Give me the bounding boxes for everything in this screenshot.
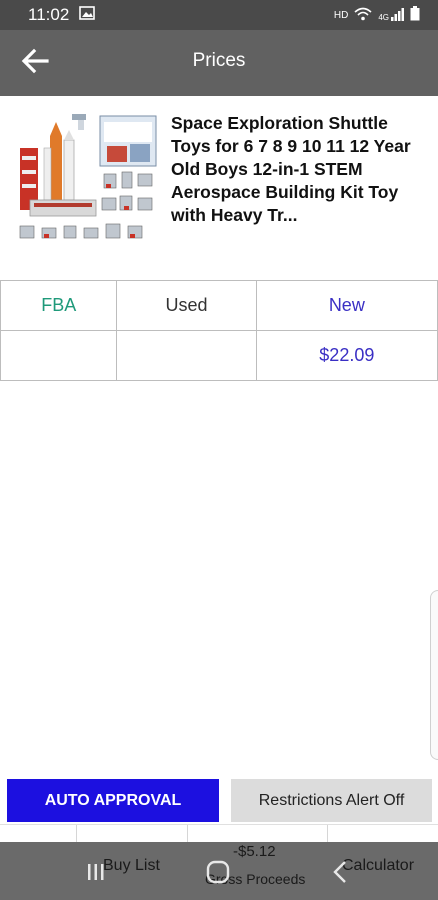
prices-table: FBA Used New $22.09 (0, 280, 438, 381)
new-price-cell[interactable]: $22.09 (255, 330, 438, 381)
product-summary: Space Exploration Shuttle Toys for 6 7 8… (0, 100, 438, 270)
table-header-row: FBA Used New (0, 280, 438, 331)
recent-apps-icon[interactable] (86, 862, 106, 887)
auto-approval-button[interactable]: AUTO APPROVAL (7, 779, 219, 822)
status-bar: 11:02 HD 4G (0, 0, 438, 30)
network-type: HD (333, 9, 349, 21)
gross-proceeds-value: -$5.12 (233, 843, 276, 860)
restrictions-alert-button[interactable]: Restrictions Alert Off (231, 779, 432, 822)
summary-strip (0, 824, 438, 843)
page-title: Prices (192, 50, 246, 71)
signal-type: 4G (378, 13, 389, 22)
divider (327, 825, 328, 843)
status-icons: HD 4G (334, 6, 420, 24)
system-back-icon[interactable] (332, 860, 348, 889)
edge-panel-handle[interactable] (430, 590, 438, 760)
wifi-icon (354, 7, 372, 24)
product-title[interactable]: Space Exploration Shuttle Toys for 6 7 8… (171, 112, 421, 227)
signal-icon: 4G (378, 8, 404, 22)
status-time: 11:02 (28, 5, 70, 24)
buy-list-button[interactable]: Buy List (103, 857, 160, 875)
battery-icon (410, 6, 420, 24)
divider (76, 825, 77, 843)
home-icon[interactable] (205, 859, 231, 890)
gallery-icon (79, 5, 96, 25)
app-bar: Prices (0, 30, 438, 96)
divider (187, 825, 188, 843)
column-header-new[interactable]: New (255, 280, 438, 331)
calculator-button[interactable]: Calculator (342, 857, 414, 875)
column-header-fba[interactable]: FBA (0, 280, 118, 331)
bottom-nav: Buy List -$5.12 Gross Proceeds Calculato… (0, 842, 438, 900)
product-image[interactable] (12, 108, 162, 256)
table-row: $22.09 (0, 330, 438, 381)
used-price-cell (116, 330, 257, 381)
fba-price-cell (0, 330, 118, 381)
column-header-used[interactable]: Used (116, 280, 257, 331)
